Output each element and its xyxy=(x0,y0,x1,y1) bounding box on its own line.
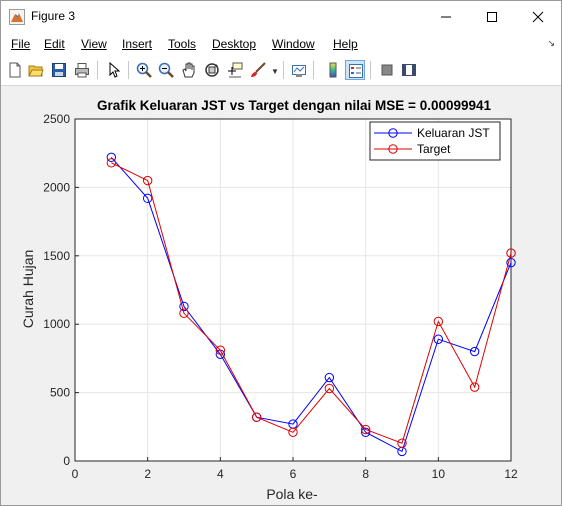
figure-window: Figure 3 File Edit View Insert Tools Des… xyxy=(0,0,562,506)
maximize-button[interactable] xyxy=(469,1,515,32)
data-cursor-button[interactable] xyxy=(225,60,245,80)
toolbar-separator xyxy=(370,61,371,79)
brush-dropdown-icon[interactable]: ▼ xyxy=(271,67,279,76)
matlab-figure-icon xyxy=(9,9,25,25)
save-button[interactable] xyxy=(49,60,69,80)
legend-label: Target xyxy=(417,142,451,156)
figure-toolbar: ▼ xyxy=(1,56,561,86)
menu-desktop[interactable]: Desktop xyxy=(212,37,256,51)
x-tick-label: 2 xyxy=(144,467,151,481)
y-tick-label: 1500 xyxy=(43,249,70,263)
menu-edit[interactable]: Edit xyxy=(44,37,65,51)
new-figure-button[interactable] xyxy=(5,60,25,80)
edit-plot-button[interactable] xyxy=(104,60,124,80)
y-tick-label: 1000 xyxy=(43,317,70,331)
zoom-out-button[interactable] xyxy=(156,60,176,80)
open-button[interactable] xyxy=(26,60,46,80)
zoom-out-icon xyxy=(158,62,174,78)
colorbar-icon xyxy=(329,62,337,78)
y-tick-label: 2500 xyxy=(43,112,70,126)
data-cursor-icon xyxy=(228,62,243,78)
x-tick-label: 8 xyxy=(362,467,369,481)
pan-button[interactable] xyxy=(179,60,199,80)
menu-label: Help xyxy=(333,37,358,51)
rotate-3d-icon xyxy=(205,63,219,77)
zoom-in-button[interactable] xyxy=(134,60,154,80)
close-icon xyxy=(532,11,544,23)
colorbar-button[interactable] xyxy=(323,60,343,80)
y-tick-label: 500 xyxy=(50,386,70,400)
toolbar-separator xyxy=(97,61,98,79)
menu-label: Insert xyxy=(122,37,153,51)
menu-label: Window xyxy=(272,37,315,51)
legend-icon xyxy=(349,64,363,78)
window-title: Figure 3 xyxy=(31,9,76,23)
menu-file[interactable]: File xyxy=(11,37,30,51)
menu-tools[interactable]: Tools xyxy=(168,37,196,51)
new-figure-icon xyxy=(9,62,21,78)
brush-button[interactable] xyxy=(248,60,268,80)
menu-help[interactable]: Help xyxy=(333,37,358,51)
dock-arrow-icon[interactable]: ↘ xyxy=(547,38,555,49)
print-icon xyxy=(75,63,89,78)
plot-canvas: 0 2 4 6 8 10 12 0 500 1000 1500 2000 2500 Grafik Kel… xyxy=(20,98,518,502)
y-tick-label: 0 xyxy=(63,454,70,468)
title-bar: Figure 3 xyxy=(1,1,561,32)
maximize-icon xyxy=(487,12,497,22)
rotate-button[interactable] xyxy=(202,60,222,80)
legend[interactable]: Keluaran JST Target xyxy=(369,121,501,161)
menu-bar: File Edit View Insert Tools Desktop Wind… xyxy=(1,32,561,56)
show-plot-tools-button[interactable] xyxy=(399,60,419,80)
hide-plot-tools-button[interactable] xyxy=(377,60,397,80)
menu-label: Edit xyxy=(44,37,65,51)
menu-window[interactable]: Window xyxy=(272,37,315,51)
save-icon xyxy=(52,63,66,77)
y-tick-label: 2000 xyxy=(43,180,70,194)
pan-icon xyxy=(182,62,195,78)
x-tick-label: 4 xyxy=(217,467,224,481)
toolbar-separator xyxy=(128,61,129,79)
menu-label: Desktop xyxy=(212,37,257,51)
open-folder-icon xyxy=(28,65,44,77)
toolbar-separator xyxy=(313,61,314,79)
menu-label: File xyxy=(11,37,31,51)
x-tick-label: 10 xyxy=(432,467,446,481)
minimize-button[interactable] xyxy=(423,1,469,32)
x-tick-label: 6 xyxy=(290,467,297,481)
minimize-icon xyxy=(441,16,451,18)
menu-insert[interactable]: Insert xyxy=(122,37,152,51)
chart-title: Grafik Keluaran JST vs Target dengan nil… xyxy=(97,98,492,113)
menu-label: View xyxy=(81,37,107,51)
hide-plot-tools-icon xyxy=(381,64,393,76)
brush-icon xyxy=(251,62,266,77)
legend-button[interactable] xyxy=(345,60,365,80)
legend-label: Keluaran JST xyxy=(417,126,490,140)
x-tick-label: 12 xyxy=(504,467,518,481)
zoom-in-icon xyxy=(136,62,152,78)
toolbar-separator xyxy=(283,61,284,79)
link-plot-button[interactable] xyxy=(289,60,309,80)
x-tick-label: 0 xyxy=(72,467,79,481)
menu-label: Tools xyxy=(168,37,197,51)
y-axis-label: Curah Hujan xyxy=(20,250,36,329)
show-plot-tools-icon xyxy=(402,64,416,76)
x-axis-label: Pola ke- xyxy=(266,486,318,502)
pointer-icon xyxy=(109,62,121,78)
close-button[interactable] xyxy=(515,1,561,32)
print-button[interactable] xyxy=(72,60,92,80)
link-plot-icon xyxy=(292,65,306,77)
menu-view[interactable]: View xyxy=(81,37,107,51)
figure-canvas: 0 2 4 6 8 10 12 0 500 1000 1500 2000 2500 Grafik Kel… xyxy=(1,86,561,505)
